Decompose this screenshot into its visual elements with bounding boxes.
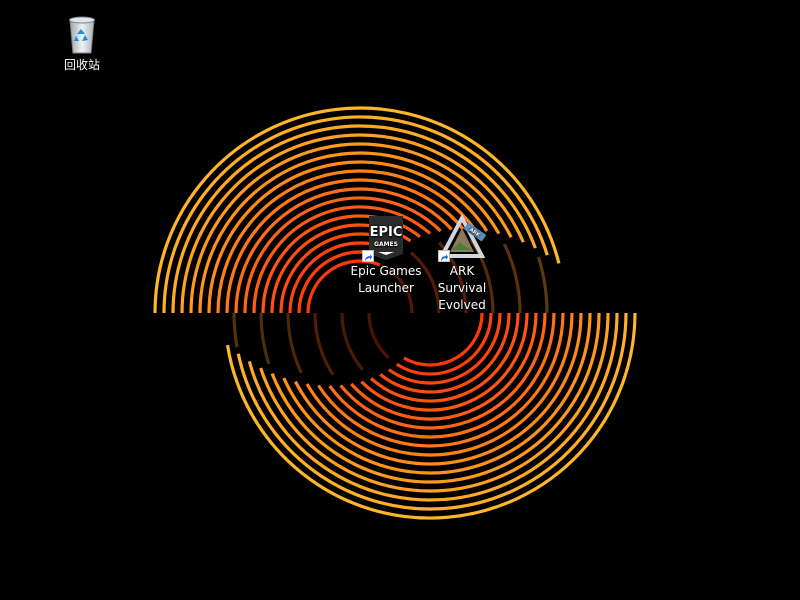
desktop: 回收站 EPIC GAMES Epic Games Launcher ARK A… [0, 0, 800, 600]
wallpaper-ring-arc [536, 256, 549, 314]
wallpaper-ring-arc [313, 312, 335, 376]
shortcut-arrow-icon [362, 250, 374, 262]
epic-logo-subtext: GAMES [374, 241, 398, 248]
wallpaper-ring-arc [259, 312, 271, 365]
epic-games-launcher-shortcut[interactable]: EPIC GAMES Epic Games Launcher [348, 214, 424, 297]
epic-games-icon: EPIC GAMES [362, 214, 410, 262]
wallpaper-ring-arc [367, 312, 390, 360]
shortcut-arrow-icon [438, 250, 450, 262]
wallpaper-ring-arc [286, 312, 303, 374]
wallpaper-rings [153, 106, 637, 520]
wallpaper-ring-arc [232, 312, 239, 348]
recycle-bin-icon [58, 8, 106, 56]
ark-survival-evolved-shortcut[interactable]: ARK ARK Survival Evolved [424, 213, 500, 314]
wallpaper-ring-arc [340, 312, 364, 371]
wallpaper-ring-arc [502, 243, 522, 314]
recycle-bin-label: 回收站 [63, 58, 100, 72]
recycle-bin-shortcut[interactable]: 回收站 [44, 8, 120, 74]
epic-logo-text: EPIC [370, 225, 403, 240]
ark-survival-evolved-label: ARK Survival Evolved [437, 264, 487, 312]
ark-icon: ARK [438, 213, 486, 262]
epic-games-launcher-label: Epic Games Launcher [350, 264, 422, 295]
